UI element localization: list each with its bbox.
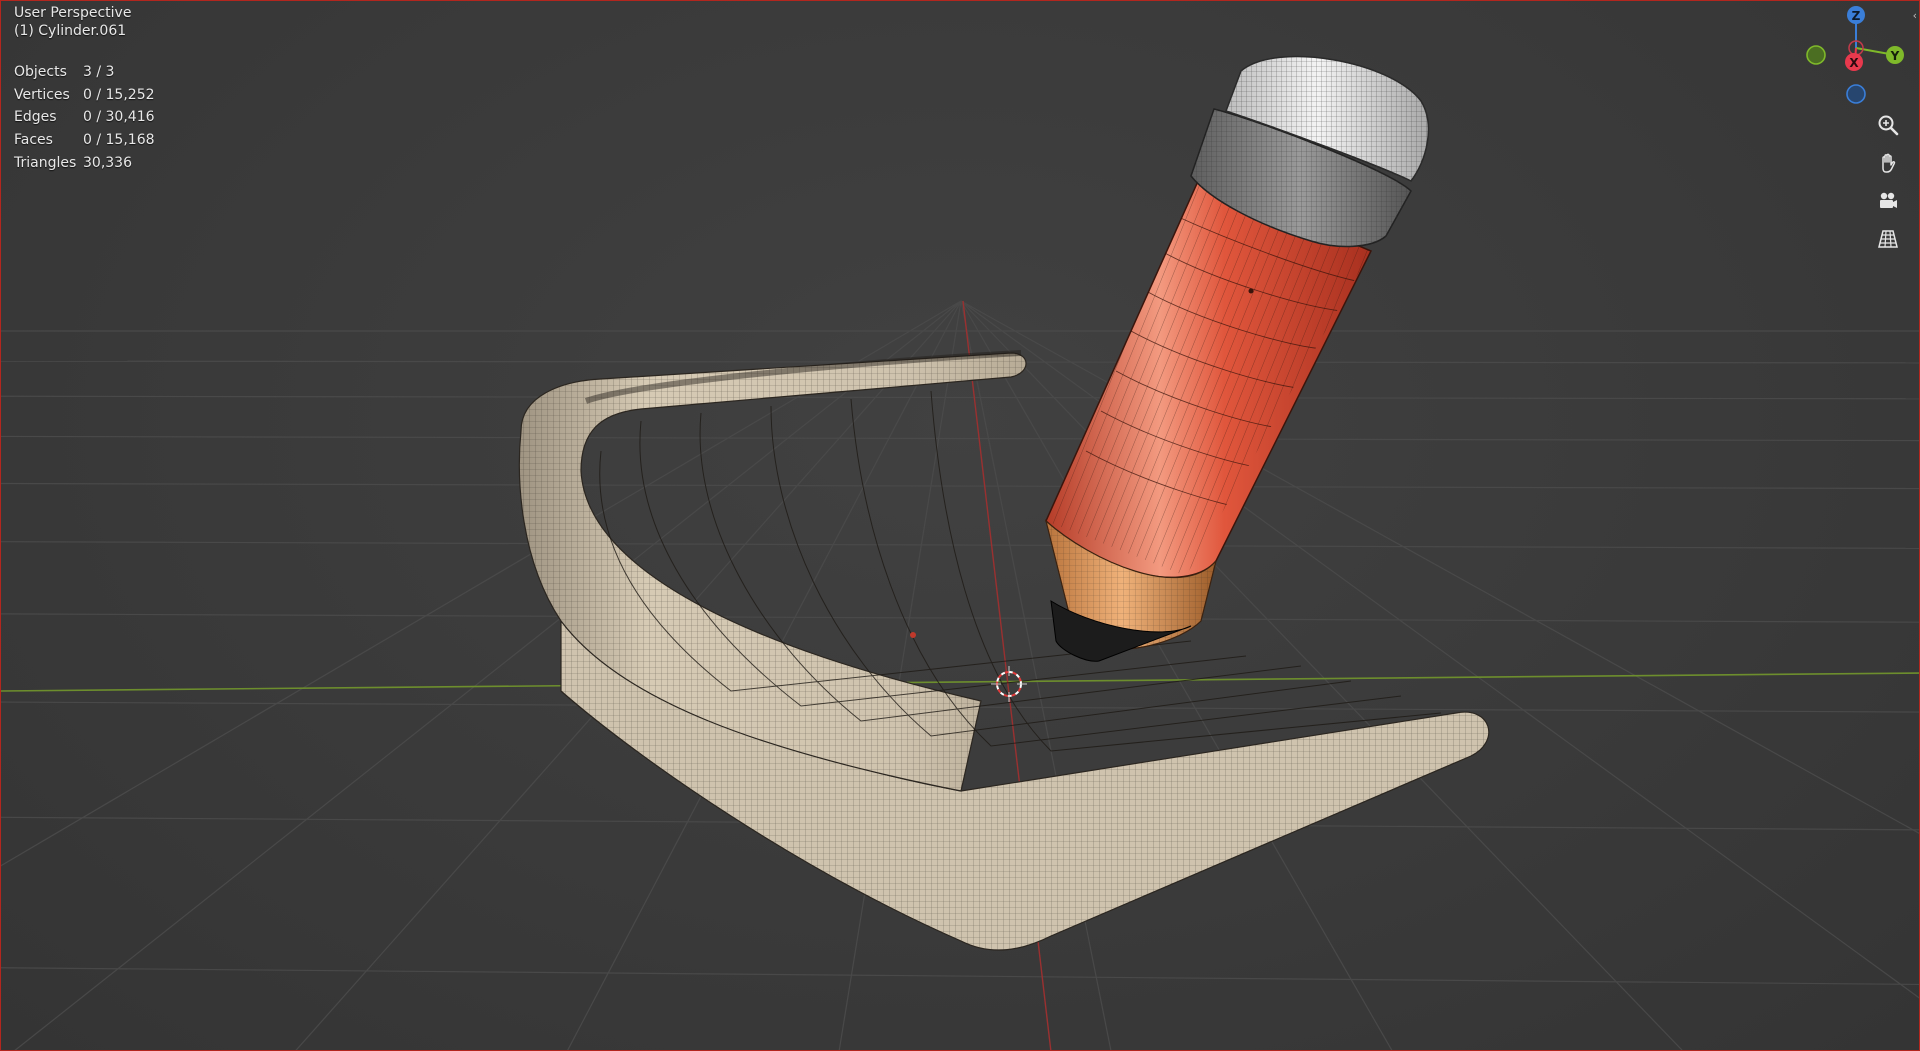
stat-value: 0 / 30,416 — [83, 109, 155, 126]
orthographic-toggle-button[interactable] — [1872, 223, 1904, 255]
viewport-nav-tools — [1872, 109, 1912, 261]
stat-label: Triangles — [14, 154, 77, 171]
stat-value: 30,336 — [83, 154, 132, 171]
sidebar-toggle-icon[interactable]: ‹ — [1913, 9, 1917, 22]
stat-value: 0 / 15,252 — [83, 86, 155, 103]
z-axis-label: Z — [1852, 9, 1861, 23]
orthographic-grid-icon — [1878, 230, 1898, 248]
stat-label: Objects — [14, 64, 67, 81]
stat-label: Faces — [14, 132, 53, 149]
y-axis-label: Y — [1890, 49, 1900, 63]
x-axis-handle[interactable]: X — [1845, 53, 1863, 71]
stat-row-triangles: Triangles 30,336 — [14, 151, 155, 174]
navigation-gizmo[interactable]: Z Y X — [1796, 1, 1920, 111]
stat-row-vertices: Vertices 0 / 15,252 — [14, 84, 155, 107]
stat-row-faces: Faces 0 / 15,168 — [14, 129, 155, 152]
pan-hand-icon — [1882, 153, 1896, 173]
stat-label: Edges — [14, 109, 57, 126]
active-object-name: (1) Cylinder.061 — [14, 23, 127, 39]
z-axis-handle[interactable]: Z — [1847, 6, 1865, 24]
zoom-button[interactable] — [1872, 109, 1904, 141]
scene-statistics: Objects 3 / 3 Vertices 0 / 15,252 Edges … — [14, 61, 155, 174]
neg-z-handle[interactable] — [1846, 84, 1866, 104]
pan-button[interactable] — [1872, 147, 1904, 179]
stat-value: 3 / 3 — [83, 64, 115, 81]
object-origin-dot — [910, 632, 916, 638]
stat-row-edges: Edges 0 / 30,416 — [14, 106, 155, 129]
viewport-info: User Perspective (1) Cylinder.061 — [14, 4, 131, 40]
scene-canvas[interactable] — [1, 1, 1920, 1051]
stat-row-objects: Objects 3 / 3 — [14, 61, 155, 84]
y-axis-handle[interactable]: Y — [1886, 46, 1904, 64]
camera-view-icon — [1880, 192, 1897, 208]
stat-label: Vertices — [14, 86, 70, 103]
view-name: User Perspective — [14, 5, 132, 21]
neg-y-handle[interactable] — [1806, 45, 1826, 65]
zoom-icon — [1878, 115, 1899, 136]
3d-viewport[interactable]: User Perspective (1) Cylinder.061 Object… — [0, 0, 1920, 1051]
x-axis-label: X — [1849, 56, 1859, 70]
camera-view-button[interactable] — [1872, 185, 1904, 217]
stat-value: 0 / 15,168 — [83, 132, 155, 149]
